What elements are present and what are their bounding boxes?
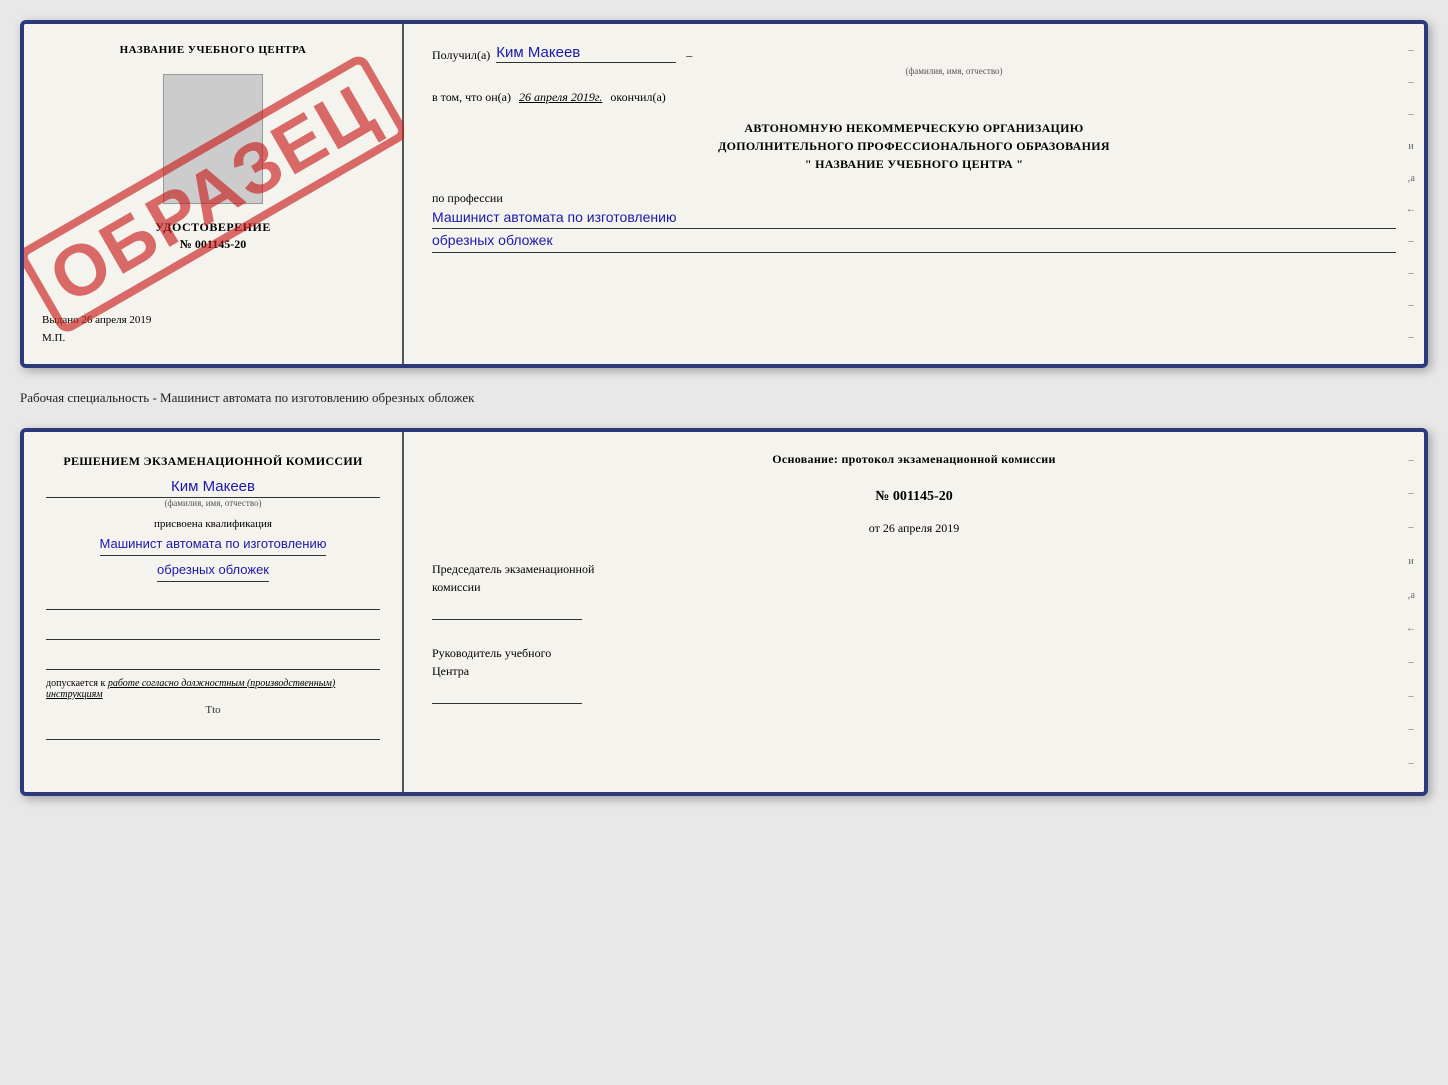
predsedatel-line1: Председатель экзаменационной [432,560,1396,578]
bottom-left-panel: Решением экзаменационной комиссии Ким Ма… [24,432,404,792]
poluchil-label: Получил(а) [432,48,490,63]
udostoverenie-label: УДОСТОВЕРЕНИЕ [155,220,271,235]
okonchil-label: окончил(а) [610,90,665,105]
dash-after-name: – [686,48,692,63]
photo-placeholder [163,74,263,204]
vtom-label: в том, что он(а) [432,90,511,105]
bottom-document-card: Решением экзаменационной комиссии Ким Ма… [20,428,1428,796]
exam-commission-title: Решением экзаменационной комиссии [63,452,362,470]
school-title-top: НАЗВАНИЕ УЧЕБНОГО ЦЕНТРА [120,44,307,56]
profession-section-top: по профессии Машинист автомата по изгото… [432,187,1396,253]
profession-line2-bottom: обрезных обложек [157,560,269,582]
tto-mark: Tto [205,704,220,716]
osnovaniye-title: Основание: протокол экзаменационной коми… [432,452,1396,467]
predsedatel-signature [432,602,582,620]
org-line1: АВТОНОМНУЮ НЕКОММЕРЧЕСКУЮ ОРГАНИЗАЦИЮ [432,119,1396,137]
fio-sublabel-top: (фамилия, имя, отчество) [512,66,1396,76]
rukovoditel-line2: Центра [432,662,1396,680]
vydano-row: Выдано 26 апреля 2019 [42,294,151,326]
blank-line-4 [46,722,380,740]
certificate-number-top: № 001145-20 [180,237,246,252]
vydano-label: Выдано [42,314,79,326]
kvalifikaciya-label: присвоена квалификация [154,518,272,530]
ot-label: от [869,521,880,535]
rukovoditel-line1: Руководитель учебного [432,644,1396,662]
bottom-right-content: Основание: протокол экзаменационной коми… [432,452,1396,704]
допускается-label: допускается к [46,678,105,689]
bottom-right-panel: Основание: протокол экзаменационной коми… [404,432,1424,792]
bottom-lines-section [46,592,380,670]
page-container: НАЗВАНИЕ УЧЕБНОГО ЦЕНТРА УДОСТОВЕРЕНИЕ №… [20,20,1428,796]
protocol-date: 26 апреля 2019 [883,521,959,535]
допускается-block: допускается к работе согласно должностны… [46,678,380,700]
right-edge-marks-top: – – – и ‚а ← – – – – [1406,24,1416,364]
vtom-date: 26 апреля 2019г. [519,90,602,105]
vtom-row: в том, что он(а) 26 апреля 2019г. окончи… [432,90,1396,105]
po-professii-label: по профессии [432,191,1396,206]
predsedatel-block: Председатель экзаменационной комиссии [432,560,1396,620]
from-date-row: от 26 апреля 2019 [432,521,1396,536]
recipient-row: Получил(а) Ким Макеев – [432,44,1396,63]
top-right-content: Получил(а) Ким Макеев – (фамилия, имя, о… [432,44,1396,253]
blank-line-1 [46,592,380,610]
top-document-card: НАЗВАНИЕ УЧЕБНОГО ЦЕНТРА УДОСТОВЕРЕНИЕ №… [20,20,1428,368]
right-edge-marks-bottom: – – – и ‚а ← – – – – [1406,432,1416,792]
fio-sublabel-bottom: (фамилия, имя, отчество) [46,498,380,508]
org-line2: ДОПОЛНИТЕЛЬНОГО ПРОФЕССИОНАЛЬНОГО ОБРАЗО… [432,137,1396,155]
profession-line2-top: обрезных обложек [432,229,1396,252]
separator-text: Рабочая специальность - Машинист автомат… [20,386,1428,410]
predsedatel-line2: комиссии [432,578,1396,596]
rukovoditel-block: Руководитель учебного Центра [432,644,1396,704]
blank-line-3 [46,652,380,670]
mp-label: М.П. [42,332,65,344]
top-right-panel: Получил(а) Ким Макеев – (фамилия, имя, о… [404,24,1424,364]
protocol-number: № 001145-20 [432,489,1396,505]
recipient-name-top: Ким Макеев [496,44,676,63]
rukovoditel-signature [432,686,582,704]
top-left-panel: НАЗВАНИЕ УЧЕБНОГО ЦЕНТРА УДОСТОВЕРЕНИЕ №… [24,24,404,364]
person-name-bottom: Ким Макеев [46,478,380,498]
vydano-date: 26 апреля 2019 [81,314,151,326]
org-block: АВТОНОМНУЮ НЕКОММЕРЧЕСКУЮ ОРГАНИЗАЦИЮ ДО… [432,119,1396,173]
blank-line-2 [46,622,380,640]
profession-line1-bottom: Машинист автомата по изготовлению [100,534,327,556]
profession-line1-top: Машинист автомата по изготовлению [432,206,1396,229]
org-name: " НАЗВАНИЕ УЧЕБНОГО ЦЕНТРА " [432,155,1396,173]
